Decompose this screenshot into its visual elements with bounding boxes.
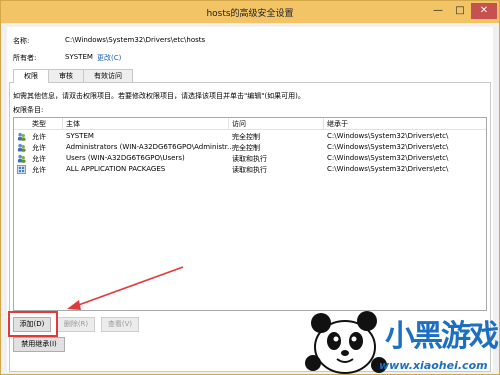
view-button[interactable]: 查看(V) bbox=[101, 317, 139, 332]
row-type: 允许 bbox=[32, 144, 46, 152]
column-divider[interactable] bbox=[323, 118, 324, 130]
row-inherited-from: C:\Windows\System32\Drivers\etc\ bbox=[327, 154, 449, 162]
remove-button[interactable]: 删除(R) bbox=[57, 317, 95, 332]
minimize-button[interactable]: — bbox=[427, 3, 449, 19]
row-principal: Users (WIN-A32DG6T6GPO\Users) bbox=[66, 154, 185, 162]
row-inherited-from: C:\Windows\System32\Drivers\etc\ bbox=[327, 165, 449, 173]
tab-permissions[interactable]: 权限 bbox=[13, 69, 49, 83]
change-owner-link[interactable]: 更改(C) bbox=[97, 53, 121, 63]
row-access: 读取和执行 bbox=[232, 155, 267, 163]
add-button-highlight-box bbox=[8, 311, 58, 337]
list-header: 类型 主体 访问 继承于 bbox=[14, 118, 486, 130]
owner-value: SYSTEM bbox=[65, 53, 93, 61]
user-group-icon bbox=[17, 143, 26, 152]
user-group-icon bbox=[17, 154, 26, 163]
table-row[interactable]: 允许 SYSTEM 完全控制 C:\Windows\System32\Drive… bbox=[14, 131, 486, 142]
row-principal: ALL APPLICATION PACKAGES bbox=[66, 165, 166, 173]
tab-effective-access[interactable]: 有效访问 bbox=[83, 69, 133, 82]
advanced-security-window: hosts的高级安全设置 — □ ✕ 名称: C:\Windows\System… bbox=[0, 0, 500, 375]
close-button[interactable]: ✕ bbox=[471, 3, 497, 19]
tab-strip: 权限 审核 有效访问 bbox=[13, 69, 133, 83]
column-divider[interactable] bbox=[228, 118, 229, 130]
row-access: 完全控制 bbox=[232, 133, 260, 141]
watermark-brand: 小黑游戏 bbox=[385, 319, 499, 354]
table-row[interactable]: 允许 Users (WIN-A32DG6T6GPO\Users) 读取和执行 C… bbox=[14, 153, 486, 164]
table-row[interactable]: 允许 Administrators (WIN-A32DG6T6GPO\Admin… bbox=[14, 142, 486, 153]
owner-label: 所有者: bbox=[13, 54, 37, 62]
app-package-icon bbox=[17, 165, 26, 174]
row-type: 允许 bbox=[32, 133, 46, 141]
name-value: C:\Windows\System32\Drivers\etc\hosts bbox=[65, 36, 206, 44]
row-type: 允许 bbox=[32, 155, 46, 163]
maximize-button[interactable]: □ bbox=[449, 3, 471, 19]
column-header-type[interactable]: 类型 bbox=[32, 119, 46, 129]
tab-auditing[interactable]: 审核 bbox=[48, 69, 84, 82]
name-label: 名称: bbox=[13, 37, 30, 45]
row-inherited-from: C:\Windows\System32\Drivers\etc\ bbox=[327, 132, 449, 140]
row-principal: SYSTEM bbox=[66, 132, 94, 140]
column-header-access[interactable]: 访问 bbox=[232, 119, 246, 129]
window-title: hosts的高级安全设置 bbox=[206, 9, 294, 19]
table-row[interactable]: 允许 ALL APPLICATION PACKAGES 读取和执行 C:\Win… bbox=[14, 164, 486, 175]
permission-entries-list[interactable]: 类型 主体 访问 继承于 允许 SYSTEM 完全控制 C:\Windows\S… bbox=[13, 117, 487, 311]
column-divider[interactable] bbox=[62, 118, 63, 130]
row-principal: Administrators (WIN-A32DG6T6GPO\Administ… bbox=[66, 143, 234, 151]
user-group-icon bbox=[17, 132, 26, 141]
disable-inheritance-button[interactable]: 禁用继承(I) bbox=[13, 337, 65, 352]
permission-entries-label: 权限条目: bbox=[13, 106, 44, 114]
column-header-inherited-from[interactable]: 继承于 bbox=[327, 119, 348, 129]
row-access: 完全控制 bbox=[232, 144, 260, 152]
watermark-url: www.xiaohei.com bbox=[379, 359, 488, 372]
info-text: 如需其他信息，请双击权限项目。若要修改权限项目，请选择该项目并单击"编辑"(如果… bbox=[13, 92, 305, 100]
row-inherited-from: C:\Windows\System32\Drivers\etc\ bbox=[327, 143, 449, 151]
row-access: 读取和执行 bbox=[232, 166, 267, 174]
title-bar[interactable]: hosts的高级安全设置 — □ ✕ bbox=[1, 1, 499, 23]
row-type: 允许 bbox=[32, 166, 46, 174]
column-header-principal[interactable]: 主体 bbox=[66, 119, 80, 129]
